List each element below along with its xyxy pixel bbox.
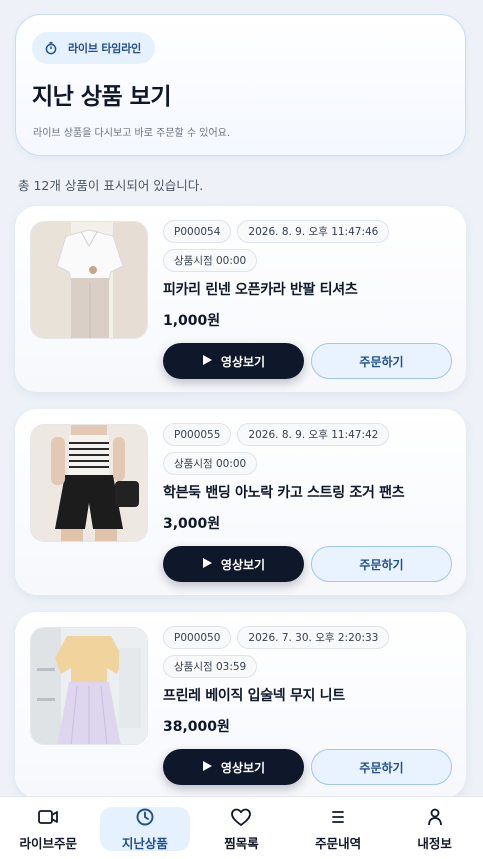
page-subtitle: 라이브 상품을 다시보고 바로 주문할 수 있어요.	[33, 128, 231, 139]
heart-icon	[230, 807, 252, 827]
order-label: 주문하기	[359, 354, 404, 369]
product-code-chip: P000054	[163, 220, 232, 243]
order-button[interactable]: 주문하기	[311, 343, 452, 379]
clock-icon	[134, 807, 156, 827]
play-icon	[202, 354, 213, 369]
product-time-chip: 상품시점 00:00	[163, 452, 258, 475]
product-image[interactable]	[30, 424, 148, 542]
order-label: 주문하기	[359, 557, 404, 572]
user-icon	[424, 807, 446, 827]
product-name: 프린레 베이직 입술넥 무지 니트	[163, 688, 345, 704]
product-name: 피카리 린넨 오픈카라 반팔 티셔츠	[163, 282, 358, 298]
header-card: 라이브 타임라인 지난 상품 보기 라이브 상품을 다시보고 바로 주문할 수 …	[15, 14, 466, 156]
product-card: P000054 2026. 8. 9. 오후 11:47:46 상품시점 00:…	[15, 206, 466, 392]
product-card: P000055 2026. 8. 9. 오후 11:47:42 상품시점 00:…	[15, 409, 466, 595]
watch-video-button[interactable]: 영상보기	[163, 546, 304, 582]
play-icon	[202, 557, 213, 572]
watch-video-label: 영상보기	[220, 354, 266, 369]
product-image[interactable]	[30, 221, 148, 339]
product-datetime-chip: 2026. 7. 30. 오후 2:20:33	[237, 626, 390, 649]
watch-video-label: 영상보기	[220, 557, 266, 572]
bottom-navigation: 라이브주문 지난상품 찜목록 주문내역 내정보	[0, 796, 483, 859]
list-icon	[327, 807, 349, 827]
nav-label: 지난상품	[121, 836, 168, 851]
nav-item-order-history[interactable]: 주문내역	[290, 797, 387, 859]
nav-item-wishlist[interactable]: 찜목록	[193, 797, 290, 859]
nav-item-past-products[interactable]: 지난상품	[97, 797, 194, 859]
product-image[interactable]	[30, 627, 148, 745]
product-count-text: 총 12개 상품이 표시되어 있습니다.	[18, 178, 204, 193]
nav-label: 내정보	[417, 836, 452, 851]
product-datetime-chip: 2026. 8. 9. 오후 11:47:42	[237, 423, 390, 446]
badge-label: 라이브 타임라인	[68, 42, 142, 55]
watch-video-button[interactable]: 영상보기	[163, 749, 304, 785]
play-icon	[202, 760, 213, 775]
nav-item-live-order[interactable]: 라이브주문	[0, 797, 97, 859]
timer-icon	[44, 41, 58, 55]
product-code-chip: P000055	[163, 423, 232, 446]
product-price: 38,000원	[163, 719, 230, 735]
live-timeline-badge: 라이브 타임라인	[32, 32, 156, 64]
nav-label: 라이브주문	[19, 836, 78, 851]
product-meta-chips: P000050 2026. 7. 30. 오후 2:20:33 상품시점 03:…	[163, 626, 453, 678]
product-meta-chips: P000055 2026. 8. 9. 오후 11:47:42 상품시점 00:…	[163, 423, 453, 475]
product-card: P000050 2026. 7. 30. 오후 2:20:33 상품시점 03:…	[15, 612, 466, 796]
nav-item-my-info[interactable]: 내정보	[386, 797, 483, 859]
nav-label: 주문내역	[315, 836, 362, 851]
product-price: 1,000원	[163, 313, 221, 329]
product-name: 학븐둑 밴딩 아노락 카고 스트링 조거 팬츠	[163, 485, 405, 501]
nav-label: 찜목록	[224, 836, 259, 851]
order-button[interactable]: 주문하기	[311, 749, 452, 785]
product-price: 3,000원	[163, 516, 221, 532]
past-products-page: 라이브 타임라인 지난 상품 보기 라이브 상품을 다시보고 바로 주문할 수 …	[0, 0, 483, 796]
page-title: 지난 상품 보기	[32, 84, 171, 110]
product-time-chip: 상품시점 00:00	[163, 249, 258, 272]
watch-video-label: 영상보기	[220, 760, 266, 775]
product-code-chip: P000050	[163, 626, 232, 649]
order-button[interactable]: 주문하기	[311, 546, 452, 582]
product-meta-chips: P000054 2026. 8. 9. 오후 11:47:46 상품시점 00:…	[163, 220, 453, 272]
watch-video-button[interactable]: 영상보기	[163, 343, 304, 379]
order-label: 주문하기	[359, 760, 404, 775]
video-camera-icon	[37, 807, 59, 827]
product-time-chip: 상품시점 03:59	[163, 655, 258, 678]
product-datetime-chip: 2026. 8. 9. 오후 11:47:46	[237, 220, 390, 243]
